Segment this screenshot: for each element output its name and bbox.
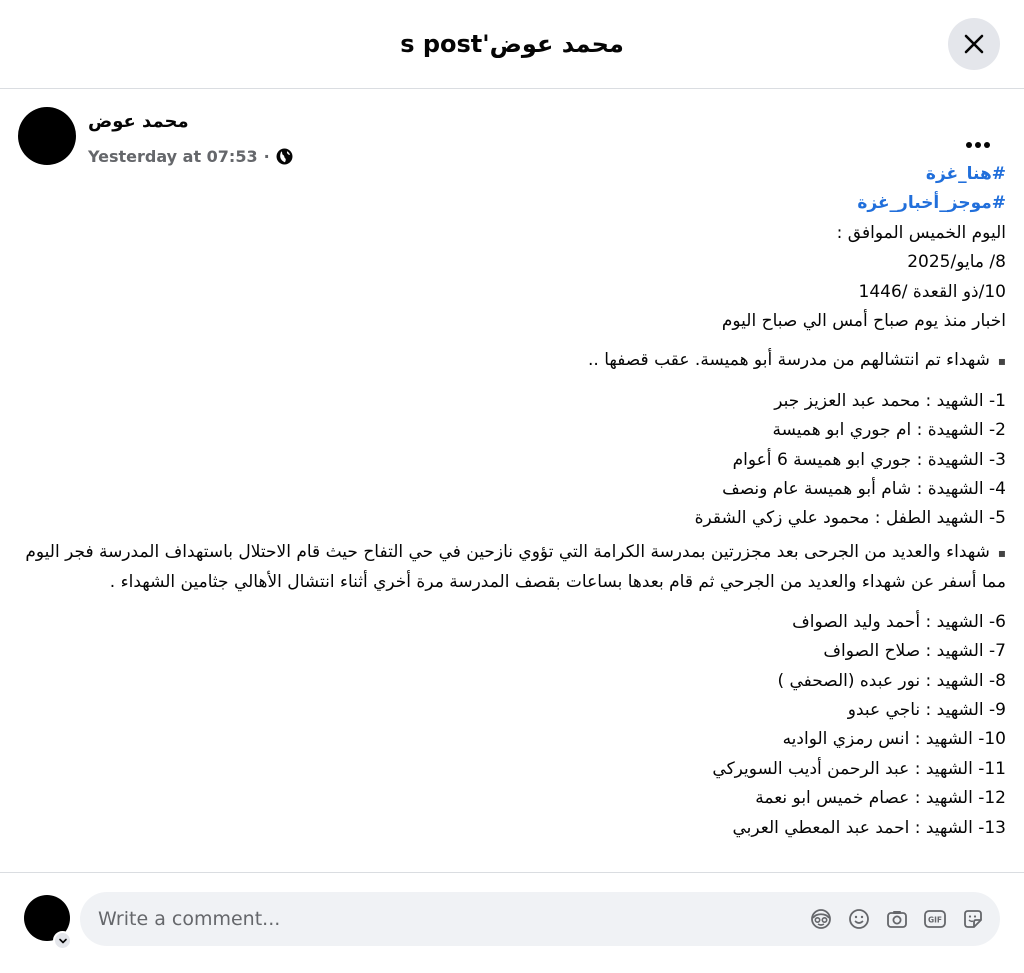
emoji-icon [849, 909, 869, 929]
dialog-title: محمد عوض's post [400, 30, 624, 58]
close-icon [964, 34, 984, 54]
comment-composer: GIF [0, 872, 1024, 973]
gif-button[interactable]: GIF [922, 906, 948, 932]
list-item: 8- الشهيد : نور عبده (الصحفي ) [777, 670, 1006, 691]
camera-button[interactable] [884, 906, 910, 932]
bullet-marker: ▪ [997, 545, 1006, 560]
more-options-button[interactable] [960, 127, 996, 163]
dialog-header: محمد عوض's post [0, 0, 1024, 89]
post-line: اليوم الخميس الموافق : [836, 222, 1006, 243]
list-item: 1- الشهيد : محمد عبد العزيز جبر [774, 390, 1006, 411]
section-title: شهداء تم انتشالهم من مدرسة أبو هميسة. عق… [587, 350, 990, 371]
list-item: 13- الشهيد : احمد عبد المعطي العربي [732, 817, 1007, 838]
svg-text:GIF: GIF [928, 916, 942, 925]
chevron-down-icon [58, 938, 67, 943]
list-item: 9- الشهيد : ناجي عبدو [847, 699, 1006, 720]
gif-icon: GIF [924, 910, 946, 928]
hashtag-link[interactable]: #هنا_غزة [926, 164, 1006, 184]
list-item: 6- الشهيد : أحمد وليد الصواف [792, 611, 1006, 632]
comment-tools: GIF [808, 906, 986, 932]
list-item: 4- الشهيدة : شام أبو هميسة عام ونصف [722, 479, 1006, 500]
post-line: 8/ مايو/2025 [907, 252, 1006, 273]
emoji-button[interactable] [846, 906, 872, 932]
list-item: 5- الشهيد الطفل : محمود علي زكي الشقرة [694, 508, 1006, 529]
post-line: 10/ذو القعدة /1446 [858, 281, 1006, 302]
list-item: 10- الشهيد : انس رمزي الواديه [782, 729, 1006, 750]
list-item: 11- الشهيد : عبد الرحمن أديب السويركي [712, 758, 1006, 779]
post-dialog: محمد عوض's post محمد عوض Yesterday at 07… [0, 0, 1024, 973]
post-line: اخبار منذ يوم صباح أمس الي صباح اليوم [721, 311, 1006, 332]
section-paragraph: ▪شهداء والعديد من الجرحى بعد مجزرتين بمد… [16, 538, 1006, 598]
author-avatar[interactable] [18, 107, 76, 165]
post-content[interactable]: محمد عوض Yesterday at 07:53 · #هنا_غزة #… [0, 90, 1024, 872]
hashtag-link[interactable]: #موجز_أخبار_غزة [857, 193, 1006, 213]
list-item: 3- الشهيدة : جوري ابو هميسة 6 أعوام [732, 449, 1006, 470]
profile-switch-button[interactable] [53, 931, 72, 950]
avatar-sticker-button[interactable] [808, 906, 834, 932]
sticker-button[interactable] [960, 906, 986, 932]
camera-icon [887, 911, 907, 928]
section-heading: ▪ شهداء تم انتشالهم من مدرسة أبو هميسة. ع… [16, 346, 1006, 376]
list-item: 2- الشهيدة : ام جوري ابو هميسة [772, 420, 1006, 441]
comment-box: GIF [80, 892, 1000, 946]
post-author-row: محمد عوض Yesterday at 07:53 · [18, 107, 1008, 167]
bullet-marker: ▪ [997, 354, 1006, 369]
close-button[interactable] [948, 18, 1000, 70]
sticker-icon [964, 910, 982, 928]
comment-input[interactable] [98, 908, 788, 930]
list-item: 7- الشهيد : صلاح الصواف [823, 641, 1006, 662]
author-name[interactable]: محمد عوض [88, 111, 189, 132]
avatar-sticker-icon [811, 909, 831, 929]
section-text: شهداء والعديد من الجرحى بعد مجزرتين بمدر… [25, 541, 1006, 593]
post-text: #هنا_غزة #موجز_أخبار_غزة اليوم الخميس ال… [16, 160, 1006, 843]
more-horizontal-icon [966, 142, 990, 148]
list-item: 12- الشهيد : عصام خميس ابو نعمة [755, 788, 1006, 809]
